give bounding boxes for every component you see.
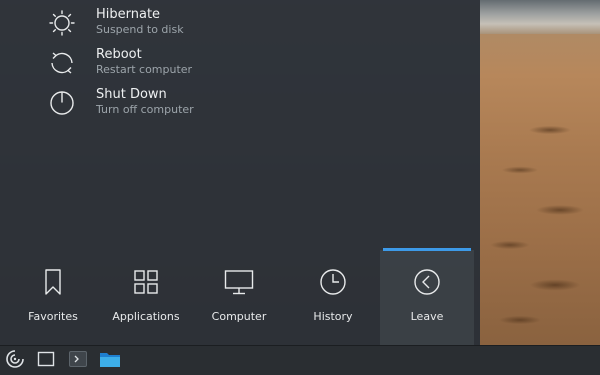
desktop-screen: Hibernate Suspend to disk Reboot Restart…: [0, 0, 600, 375]
file-manager-icon: [99, 349, 121, 373]
tab-history[interactable]: History: [286, 250, 380, 345]
bookmark-icon: [38, 267, 68, 297]
shutdown-item[interactable]: Shut Down Turn off computer: [48, 87, 408, 127]
tab-favorites-label: Favorites: [28, 310, 78, 323]
back-arrow-icon: [412, 267, 442, 297]
reboot-title: Reboot: [96, 47, 142, 62]
tab-leave-label: Leave: [410, 310, 444, 323]
power-icon: [48, 89, 76, 117]
application-launcher-panel: Hibernate Suspend to disk Reboot Restart…: [0, 0, 480, 345]
show-desktop-button[interactable]: [35, 350, 57, 372]
taskbar: [0, 345, 600, 375]
wallpaper-surf: [480, 0, 600, 34]
file-manager-button[interactable]: [99, 350, 121, 372]
active-tab-indicator: [383, 248, 471, 251]
terminal-icon: [68, 349, 88, 373]
hibernate-item[interactable]: Hibernate Suspend to disk: [48, 7, 408, 47]
launcher-button[interactable]: [4, 350, 26, 372]
reboot-icon: [48, 49, 76, 77]
tab-favorites[interactable]: Favorites: [6, 250, 100, 345]
tab-history-label: History: [313, 310, 353, 323]
tab-computer[interactable]: Computer: [192, 250, 286, 345]
wallpaper-beach: [480, 0, 600, 345]
clock-icon: [318, 267, 348, 297]
shutdown-title: Shut Down: [96, 87, 167, 102]
hibernate-icon: [48, 9, 76, 37]
tab-leave[interactable]: Leave: [380, 248, 474, 345]
tab-applications-label: Applications: [112, 310, 180, 323]
terminal-button[interactable]: [67, 350, 89, 372]
hibernate-title: Hibernate: [96, 7, 161, 22]
reboot-item[interactable]: Reboot Restart computer: [48, 47, 408, 87]
launcher-icon: [4, 348, 26, 374]
hibernate-subtitle: Suspend to disk: [96, 23, 184, 36]
grid-icon: [131, 267, 161, 297]
monitor-icon: [224, 267, 254, 297]
show-desktop-icon: [36, 349, 56, 373]
tab-applications[interactable]: Applications: [99, 250, 193, 345]
shutdown-subtitle: Turn off computer: [96, 103, 194, 116]
launcher-tab-bar: Favorites Applications Computer History …: [0, 248, 480, 345]
reboot-subtitle: Restart computer: [96, 63, 193, 76]
tab-computer-label: Computer: [211, 310, 267, 323]
